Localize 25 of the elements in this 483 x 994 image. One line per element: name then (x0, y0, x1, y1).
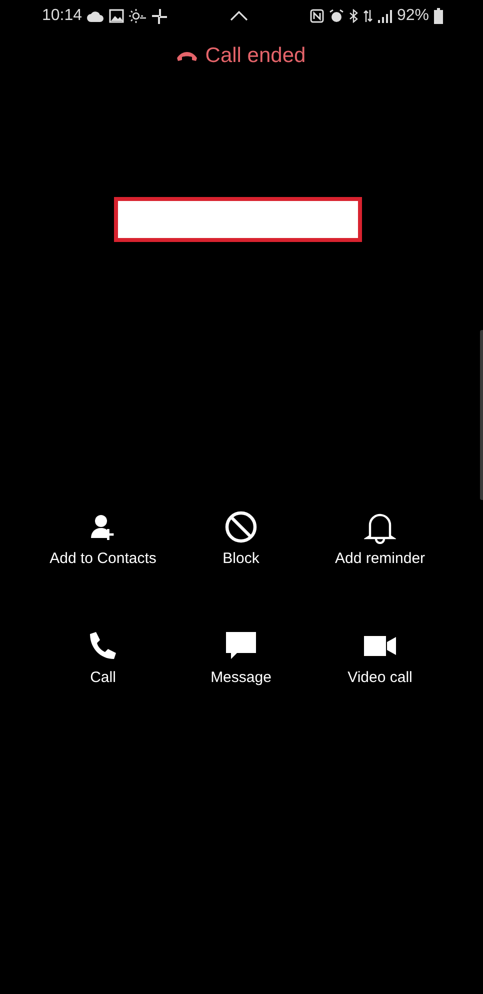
cloud-icon (87, 9, 104, 23)
sun-icon (129, 9, 148, 23)
add-to-contacts-button[interactable]: Add to Contacts (50, 510, 156, 567)
expand-caret-icon[interactable] (230, 11, 248, 21)
battery-icon (434, 8, 443, 24)
hang-up-icon (177, 52, 198, 60)
block-button[interactable]: Block (222, 510, 260, 567)
battery-percent-text: 92% (396, 7, 429, 25)
video-camera-icon (363, 634, 397, 658)
nfc-icon (310, 9, 324, 23)
phone-icon (87, 630, 119, 662)
image-icon (109, 9, 124, 23)
clock-text: 10:14 (42, 7, 82, 25)
call-status-text: Call ended (205, 44, 306, 68)
edge-panel-handle[interactable] (480, 330, 483, 500)
message-button[interactable]: Message (210, 629, 272, 686)
block-icon (224, 510, 258, 544)
alarm-icon (328, 9, 344, 23)
message-icon (225, 631, 257, 661)
bluetooth-icon (348, 9, 358, 23)
call-button[interactable]: Call (87, 629, 119, 686)
data-arrows-icon (362, 9, 373, 23)
add-reminder-button[interactable]: Add reminder (334, 510, 426, 567)
video-call-button[interactable]: Video call (348, 629, 412, 686)
signal-icon (378, 10, 392, 22)
